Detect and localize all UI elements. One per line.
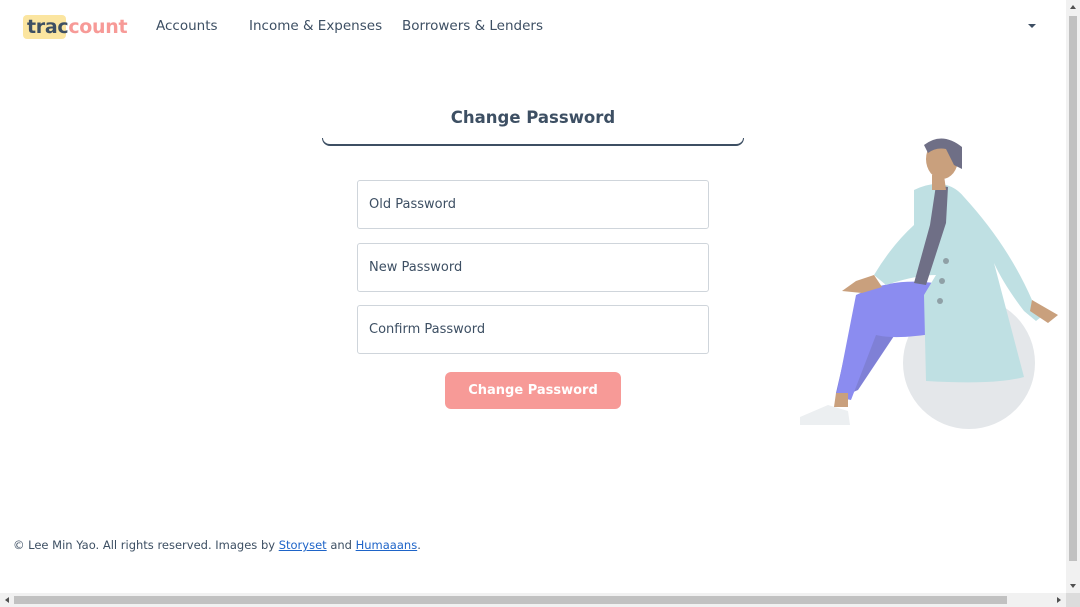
- old-password-input[interactable]: [358, 181, 708, 228]
- vertical-scroll-thumb[interactable]: [1069, 16, 1077, 561]
- brand-text: traccount: [23, 16, 128, 38]
- brand-logo[interactable]: traccount: [23, 15, 128, 39]
- top-navbar: traccount Accounts Income & Expenses Bor…: [0, 0, 1066, 54]
- change-password-button[interactable]: Change Password: [445, 372, 621, 409]
- scroll-down-arrow-icon[interactable]: [1066, 579, 1080, 593]
- title-underline: [322, 138, 744, 146]
- horizontal-scroll-thumb[interactable]: [14, 596, 1007, 604]
- footer: © Lee Min Yao. All rights reserved. Imag…: [13, 538, 421, 552]
- scroll-left-arrow-icon[interactable]: [0, 593, 14, 607]
- footer-and: and: [326, 538, 356, 552]
- footer-copyright: © Lee Min Yao. All rights reserved. Imag…: [13, 538, 279, 552]
- vertical-scrollbar[interactable]: [1066, 0, 1080, 593]
- footer-period: .: [417, 538, 421, 552]
- page-title: Change Password: [450, 108, 616, 127]
- page: traccount Accounts Income & Expenses Bor…: [0, 0, 1066, 593]
- person-sitting-on-ball-illustration: [796, 135, 1064, 431]
- horizontal-scrollbar[interactable]: [0, 593, 1066, 607]
- nav-borrowers-lenders[interactable]: Borrowers & Lenders: [402, 18, 543, 34]
- scroll-up-arrow-icon[interactable]: [1066, 0, 1080, 14]
- old-password-field[interactable]: [357, 180, 709, 229]
- nav-accounts[interactable]: Accounts: [156, 18, 218, 34]
- caret-down-icon[interactable]: [1026, 21, 1038, 31]
- brand-part-trac: trac: [27, 16, 69, 38]
- confirm-password-field[interactable]: [357, 305, 709, 354]
- scroll-right-arrow-icon[interactable]: [1052, 593, 1066, 607]
- brand-part-count: count: [68, 16, 128, 38]
- confirm-password-input[interactable]: [358, 306, 708, 353]
- humaaans-link[interactable]: Humaaans: [356, 538, 418, 552]
- nav-income-expenses[interactable]: Income & Expenses: [249, 18, 382, 34]
- new-password-field[interactable]: [357, 243, 709, 292]
- scrollbar-corner: [1066, 593, 1080, 607]
- storyset-link[interactable]: Storyset: [279, 538, 327, 552]
- new-password-input[interactable]: [358, 244, 708, 291]
